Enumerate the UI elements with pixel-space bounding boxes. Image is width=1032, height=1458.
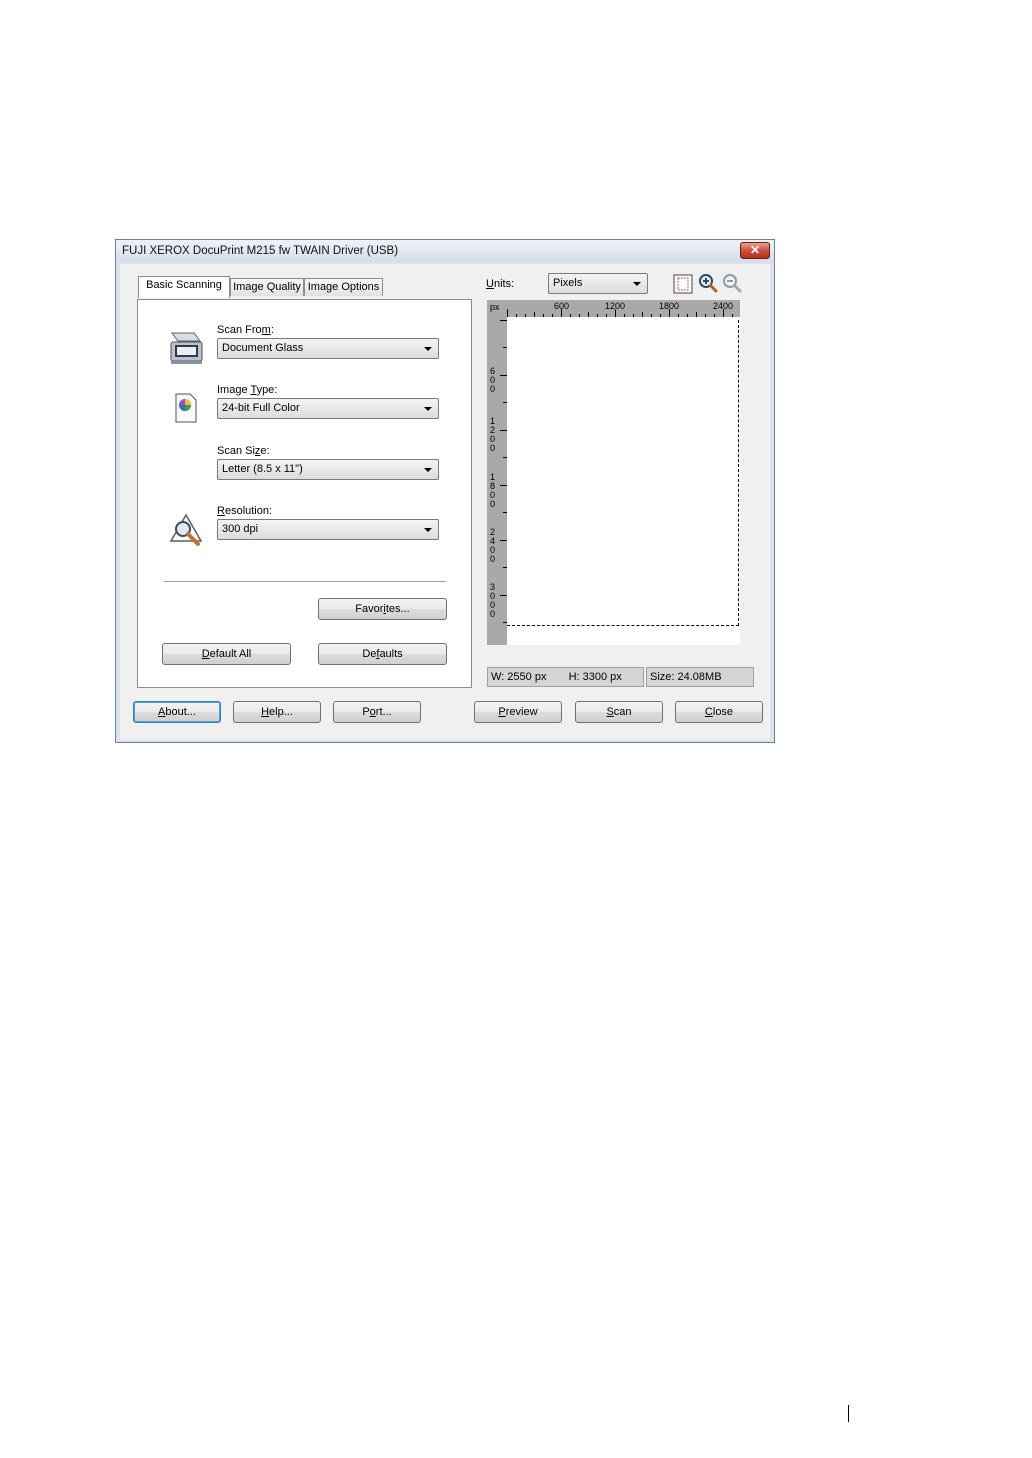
zoom-out-icon [723,274,742,293]
chevron-down-icon [424,347,432,351]
select-area-icon [673,274,693,294]
tab-label: Image Options [307,281,380,293]
panel-separator [164,581,446,583]
chevron-down-icon [633,282,641,286]
ruler-tick-label: 1200 [490,416,496,453]
ruler-tick-label: 3000 [490,582,496,619]
scan-area-selection[interactable] [507,320,739,626]
scan-size-select[interactable]: Letter (8.5 x 11") [217,459,439,480]
ruler-ticks [500,320,507,623]
ruler-unit: px [490,302,500,312]
scanner-icon [170,332,203,364]
size-status: Size: 24.08MB [646,667,754,687]
color-document-icon [175,393,197,423]
scan-size-label: Scan Size: [217,445,270,457]
help-button[interactable]: Help... [233,701,321,723]
twain-driver-dialog: FUJI XEROX DocuPrint M215 fw TWAIN Drive… [115,239,775,743]
about-button[interactable]: About... [133,701,221,723]
image-type-value: 24-bit Full Color [222,402,300,414]
units-label: Units: [486,278,515,290]
tab-label: Basic Scanning [146,279,222,291]
size-readout: Size: 24.08MB [650,671,722,683]
close-button[interactable]: Close [675,701,763,723]
preview-canvas[interactable] [507,317,740,645]
zoom-out-button[interactable] [722,273,742,293]
ruler-tick-label: 1800 [490,472,496,509]
ruler-ticks [507,309,733,317]
resolution-select[interactable]: 300 dpi [217,519,439,540]
vertical-ruler: 600 1200 1800 2400 3000 [487,317,507,645]
dialog-client-area: Basic Scanning Image Quality Image Optio… [120,264,770,740]
ruler-tick-label: 600 [490,366,496,394]
favorites-button[interactable]: Favorites... [318,598,447,620]
tab-image-quality[interactable]: Image Quality [230,278,304,296]
dimensions-status: W: 2550 px H: 3300 px [487,667,644,687]
select-area-button[interactable] [673,274,693,294]
image-type-select[interactable]: 24-bit Full Color [217,398,439,419]
window-close-button[interactable]: ✕ [740,242,770,259]
magnifier-resolution-icon [169,513,203,546]
window-title: FUJI XEROX DocuPrint M215 fw TWAIN Drive… [122,245,399,257]
scan-button[interactable]: Scan [575,701,663,723]
chevron-down-icon [424,407,432,411]
scan-from-label: Scan From: [217,324,274,336]
ruler-tick-label: 2400 [490,527,496,564]
zoom-in-button[interactable] [698,273,718,293]
scan-size-value: Letter (8.5 x 11") [222,463,303,475]
resolution-label: Resolution: [217,505,273,517]
defaults-button[interactable]: Defaults [318,643,447,665]
tab-image-options[interactable]: Image Options [304,278,383,296]
scan-from-value: Document Glass [222,342,304,354]
chevron-down-icon [424,468,432,472]
resolution-value: 300 dpi [222,523,259,535]
title-bar: FUJI XEROX DocuPrint M215 fw TWAIN Drive… [116,240,774,262]
units-select[interactable]: Pixels [548,273,648,294]
scan-from-select[interactable]: Document Glass [217,338,439,359]
page-margin-rule [848,1405,849,1422]
height-readout: H: 3300 px [568,671,622,683]
basic-scanning-panel: Scan From: Document Glass Image Type: 24… [137,299,472,688]
default-all-button[interactable]: Default All [162,643,291,665]
units-value: Pixels [553,277,583,289]
chevron-down-icon [424,528,432,532]
tab-label: Image Quality [233,281,301,293]
image-type-label: Image Type: [217,384,278,396]
preview-button[interactable]: Preview [474,701,562,723]
tab-basic-scanning[interactable]: Basic Scanning [138,276,230,298]
port-button[interactable]: Port... [333,701,421,723]
width-readout: W: 2550 px [491,671,547,683]
horizontal-ruler: px 600 1200 1800 2400 [487,300,740,317]
zoom-in-icon [699,274,718,293]
